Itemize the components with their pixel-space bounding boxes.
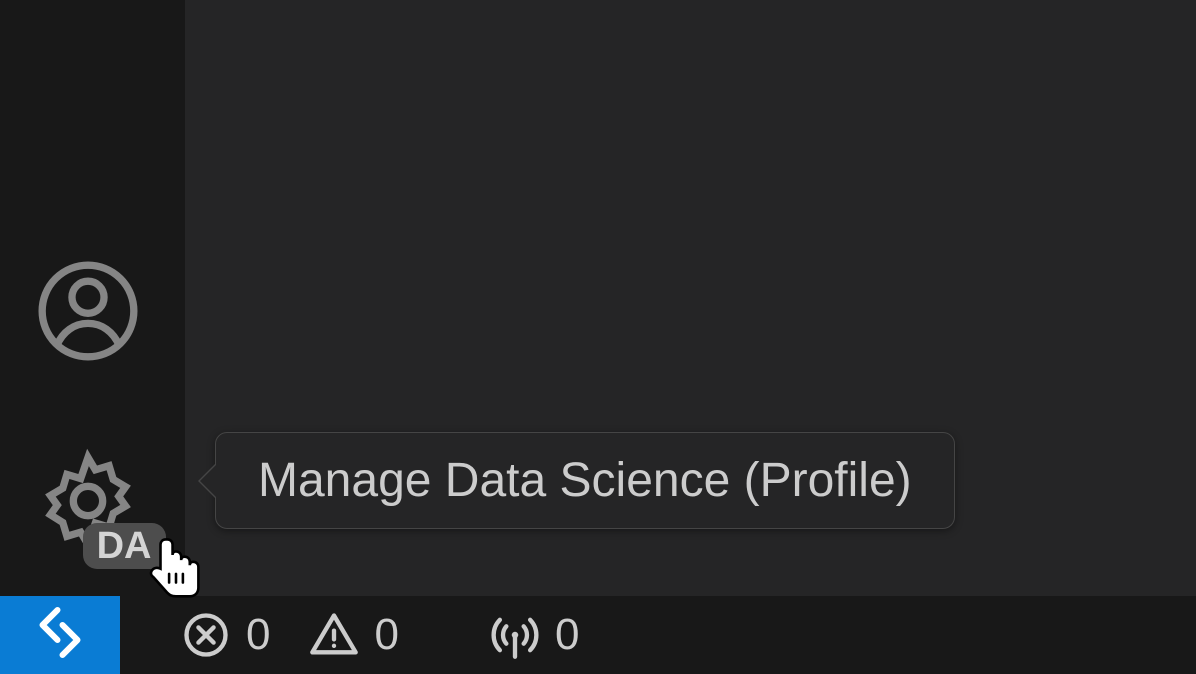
activity-bar: DA xyxy=(0,0,175,596)
error-icon xyxy=(180,609,232,661)
warning-icon xyxy=(308,609,360,661)
status-bar: 0 0 0 xyxy=(0,596,1196,674)
account-icon xyxy=(33,256,143,366)
warnings-status[interactable]: 0 xyxy=(308,609,398,661)
remote-icon xyxy=(30,605,90,665)
warnings-count: 0 xyxy=(374,610,398,660)
remote-window-button[interactable] xyxy=(0,596,120,674)
errors-count: 0 xyxy=(246,610,270,660)
profile-badge: DA xyxy=(83,523,166,569)
manage-button[interactable]: DA xyxy=(28,441,148,561)
errors-status[interactable]: 0 xyxy=(180,609,270,661)
radio-tower-icon xyxy=(489,609,541,661)
ports-count: 0 xyxy=(555,610,579,660)
manage-tooltip: Manage Data Science (Profile) xyxy=(215,432,955,529)
accounts-button[interactable] xyxy=(28,251,148,371)
ports-status[interactable]: 0 xyxy=(489,609,579,661)
side-gap xyxy=(175,0,185,596)
